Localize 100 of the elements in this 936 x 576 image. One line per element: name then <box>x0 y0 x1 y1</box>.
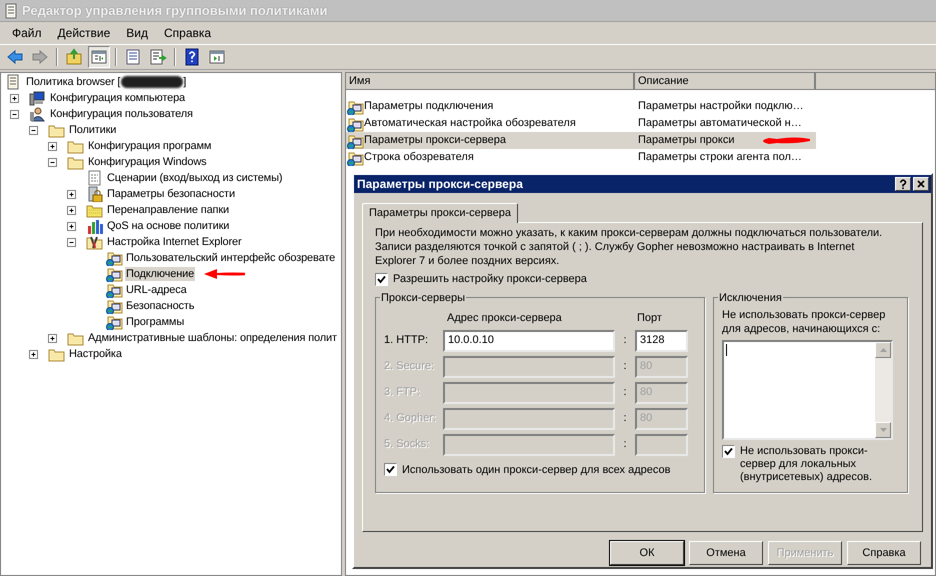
port-separator: : <box>622 385 628 400</box>
list-cell-text: Параметры прокси-сервера <box>364 133 506 148</box>
tree-item[interactable]: Настройка <box>68 347 123 361</box>
tree-item[interactable]: URL-адреса <box>125 283 188 297</box>
user-icon <box>29 106 47 122</box>
expand-toggle-icon[interactable] <box>67 206 76 214</box>
show-pane-icon <box>208 48 226 66</box>
list-cell-text: Параметры подключения <box>364 99 494 114</box>
list-cell-text: Автоматическая настройка обозревателя <box>364 116 576 132</box>
folder-globe-icon <box>105 266 123 282</box>
checkbox[interactable] <box>722 444 735 458</box>
collapse-toggle-icon[interactable] <box>67 238 76 246</box>
checkmark-icon <box>724 446 733 456</box>
folder-globe-icon <box>105 314 123 330</box>
scroll-up-icon <box>880 348 886 352</box>
forward-arrow-icon <box>31 48 49 66</box>
collapse-toggle-icon[interactable] <box>10 110 19 118</box>
dialog-button[interactable]: Отмена <box>689 541 763 565</box>
tree-item[interactable]: Безопасность <box>125 299 196 313</box>
close-button[interactable] <box>913 177 929 191</box>
list-cell-text: Параметры настройки подклю… <box>637 99 805 114</box>
tab[interactable]: Параметры прокси-сервера <box>362 203 518 223</box>
tree-item[interactable]: Политика browser [ <box>25 75 122 89</box>
toolbar-button[interactable] <box>88 46 110 68</box>
tree-item[interactable]: Пользовательский интерфейс обозревате <box>125 251 336 265</box>
folder-globe-icon <box>105 282 123 298</box>
scroll-down-icon <box>880 428 886 432</box>
port-separator: : <box>622 437 628 452</box>
tree-item[interactable]: Сценарии (вход/выход из системы) <box>106 171 284 185</box>
close-icon <box>917 180 925 188</box>
properties-icon <box>124 48 142 66</box>
menu-item[interactable]: Файл <box>4 22 50 44</box>
exceptions-field[interactable] <box>722 340 893 440</box>
menu-item[interactable]: Вид <box>118 22 156 44</box>
expand-toggle-icon[interactable] <box>67 190 76 198</box>
list-row[interactable]: Автоматическая настройка обозревателя Параметры автоматической н… <box>346 115 816 132</box>
tree-item[interactable]: Конфигурация Windows <box>87 155 208 169</box>
question-mark-icon <box>899 179 907 189</box>
list-cell-text: Строка обозревателя <box>364 150 474 166</box>
tree-item-bracket: ] <box>183 75 186 89</box>
column-header[interactable]: Имя <box>346 73 635 90</box>
dialog-button[interactable]: ОК <box>610 541 684 565</box>
collapse-toggle-icon[interactable] <box>48 158 57 166</box>
port-separator: : <box>622 333 628 348</box>
dialog-button[interactable]: Справка <box>847 541 921 565</box>
list-row[interactable]: Параметры прокси-сервера Параметры прокси <box>346 132 816 149</box>
port-field[interactable]: 3128 <box>635 330 688 352</box>
tree-item[interactable]: Перенаправление папки <box>106 203 230 217</box>
list-cell-text: Параметры автоматической н… <box>637 116 803 132</box>
port-separator: : <box>622 411 628 426</box>
tree-item[interactable]: Конфигурация компьютера <box>49 91 186 105</box>
intro-text: При необходимости можно указать, к каким прокси-серверам должны подключаться пользователи. Записи разделяются точкой с запятой ( ; ). Службу Gopher невозможно настраивать в Internet Explorer 7 и более поздних версиях. <box>375 226 884 268</box>
list-cell-text: Параметры строки агента пол… <box>637 150 803 166</box>
checkmark-icon <box>386 465 395 474</box>
checkbox[interactable] <box>384 463 397 476</box>
tree-item[interactable]: Административные шаблоны: определения полит <box>87 331 338 345</box>
folder-globe-icon <box>346 98 364 114</box>
console-tree-icon <box>90 48 108 66</box>
folder-globe-icon <box>346 150 364 166</box>
address-field[interactable]: 10.0.0.10 <box>443 330 615 352</box>
expand-toggle-icon[interactable] <box>29 350 38 358</box>
menu-item[interactable]: Справка <box>156 22 220 44</box>
tree-item[interactable]: Конфигурация программ <box>87 139 212 153</box>
checkbox-label: Не использовать прокси-сервер для локальных (внутрисетевых) адресов. <box>740 444 874 484</box>
tree-item[interactable]: Конфигурация пользователя <box>49 107 194 121</box>
expand-toggle-icon[interactable] <box>67 222 76 230</box>
tree-item[interactable]: Программы <box>125 315 186 329</box>
computer-icon <box>29 90 47 106</box>
checkbox[interactable] <box>375 272 388 286</box>
expand-toggle-icon[interactable] <box>48 334 57 342</box>
back-arrow-icon <box>6 48 24 66</box>
list-row[interactable]: Параметры подключения Параметры настройки подклю… <box>346 98 816 115</box>
collapse-toggle-icon[interactable] <box>29 126 38 134</box>
expand-toggle-icon[interactable] <box>10 94 19 102</box>
tools-folder-icon <box>86 234 104 250</box>
help-button[interactable] <box>895 177 911 191</box>
folder-globe-icon <box>346 132 364 148</box>
bar-chart-icon <box>86 218 104 234</box>
column-label: Адрес прокси-сервера <box>447 310 563 326</box>
folder-globe-icon <box>105 298 123 314</box>
list-row[interactable]: Строка обозревателя Параметры строки агента пол… <box>346 149 816 166</box>
tree-item[interactable]: QoS на основе политики <box>106 219 230 233</box>
checkbox-label: Разрешить настройку прокси-сервера <box>393 272 587 287</box>
column-label: Порт <box>637 310 662 326</box>
tree-item[interactable]: Настройка Internet Explorer <box>106 235 242 249</box>
menu-item[interactable]: Действие <box>50 22 118 44</box>
export-list-icon <box>149 48 167 66</box>
help-icon <box>183 48 201 66</box>
field-label: 1. HTTP: <box>384 333 430 348</box>
tree-item[interactable]: Параметры безопасности <box>106 187 236 201</box>
folder-globe-icon <box>105 250 123 266</box>
dialog-title: Параметры прокси-сервера <box>357 176 523 193</box>
tree-item[interactable]: Политики <box>68 123 118 137</box>
hint-text: Не использовать прокси-сервер для адресов, начинающихся с: <box>722 308 886 336</box>
lock-icon <box>86 186 104 202</box>
tree-item[interactable]: Подключение <box>125 267 196 281</box>
expand-toggle-icon[interactable] <box>48 142 57 150</box>
column-header[interactable]: Описание <box>635 73 816 90</box>
checkmark-icon <box>377 274 386 284</box>
document-icon <box>4 2 18 18</box>
